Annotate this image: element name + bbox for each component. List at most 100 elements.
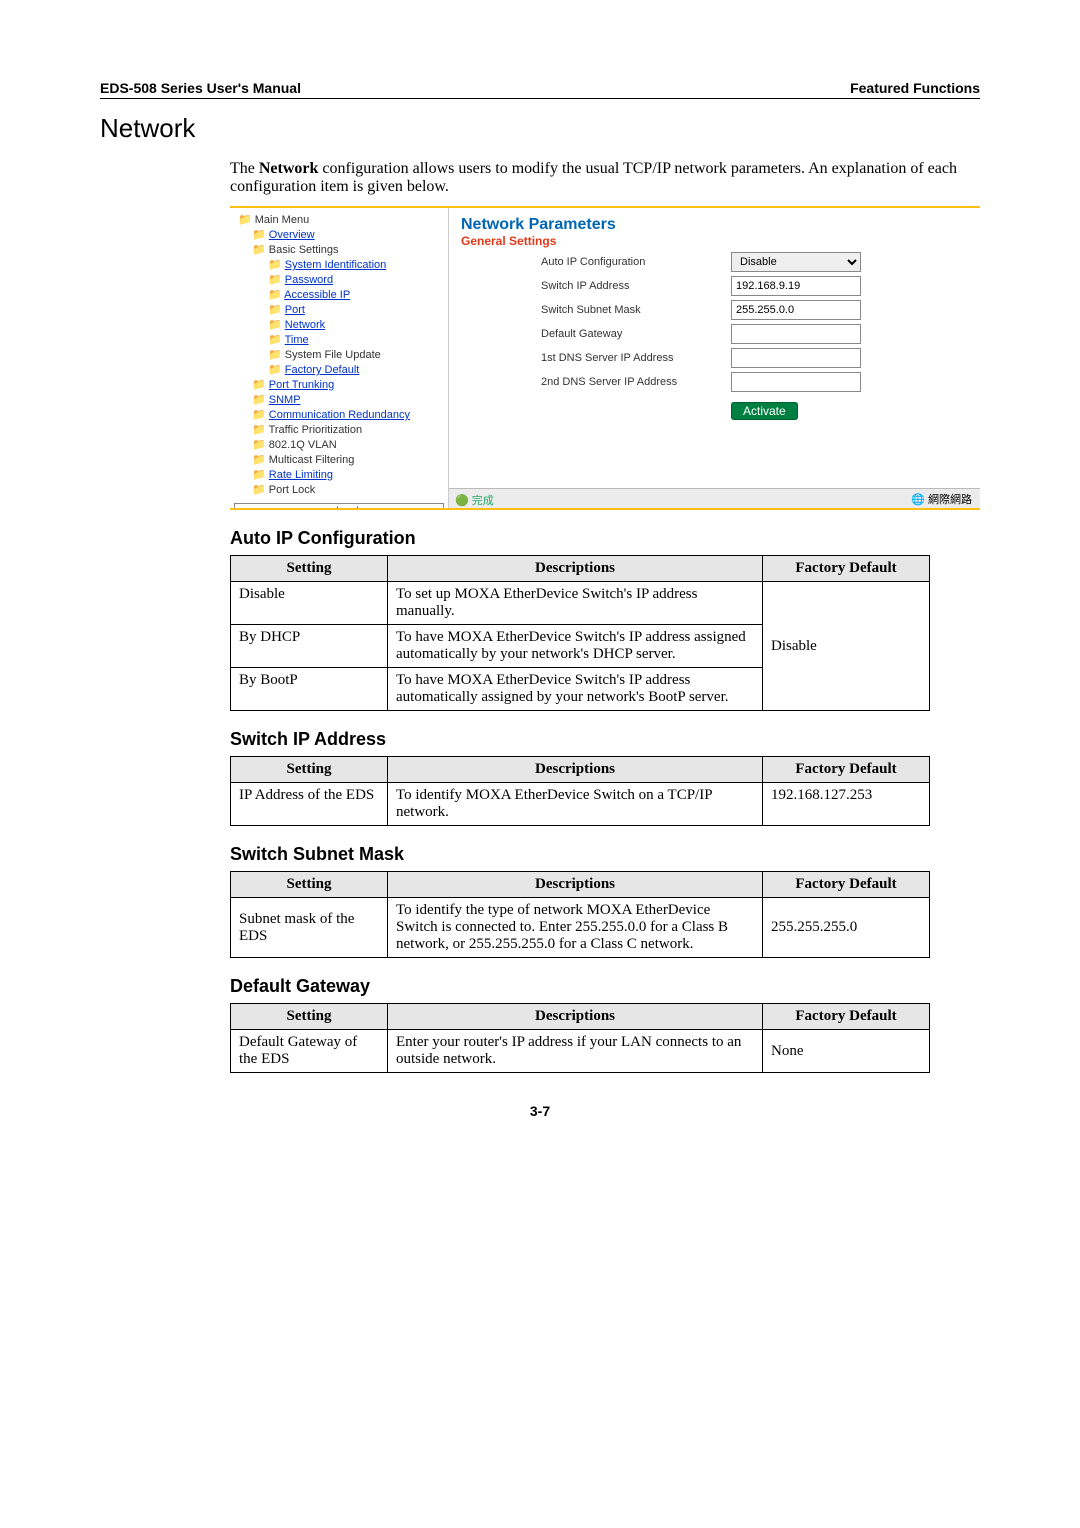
folder-icon: 📁	[268, 289, 282, 301]
tree-commred[interactable]: Communication Redundancy	[269, 409, 410, 421]
table-row: Default Gateway of the EDS Enter your ro…	[231, 1030, 930, 1073]
th-setting: Setting	[231, 556, 388, 582]
tree-ratelimit[interactable]: Rate Limiting	[269, 469, 333, 481]
label-dns2: 2nd DNS Server IP Address	[541, 376, 731, 388]
table-switchip: Setting Descriptions Factory Default IP …	[230, 756, 930, 826]
screenshot-panel: 📁 Main Menu 📁 Overview 📁 Basic Settings …	[230, 206, 980, 510]
cell-default: 192.168.127.253	[763, 783, 930, 826]
th-desc: Descriptions	[388, 1004, 763, 1030]
cell-desc: Enter your router's IP address if your L…	[388, 1030, 763, 1073]
folder-icon: 📁	[268, 319, 282, 331]
cell-setting: Default Gateway of the EDS	[231, 1030, 388, 1073]
header-right: Featured Functions	[850, 80, 980, 96]
folder-icon: 📁	[268, 349, 282, 361]
tree-portlock[interactable]: Port Lock	[269, 484, 315, 496]
folder-icon: 📁	[252, 424, 266, 436]
cell-desc: To identify MOXA EtherDevice Switch on a…	[388, 783, 763, 826]
tree-main[interactable]: Main Menu	[255, 214, 309, 226]
goahead-text: goahead	[239, 506, 439, 508]
dns2-input[interactable]	[731, 372, 861, 392]
panel-title: Network Parameters	[461, 216, 968, 234]
table-subnet: Setting Descriptions Factory Default Sub…	[230, 871, 930, 958]
intro-text: The Network configuration allows users t…	[230, 160, 980, 196]
tree-porttrunk[interactable]: Port Trunking	[269, 379, 334, 391]
cell-desc: To have MOXA EtherDevice Switch's IP add…	[388, 625, 763, 668]
webserver-badge: goahead WEBSERVER Best viewed with IE 5 …	[234, 503, 444, 508]
folder-icon: 📁	[252, 454, 266, 466]
tree-sysid[interactable]: System Identification	[285, 259, 387, 271]
folder-icon: 📁	[252, 484, 266, 496]
th-desc: Descriptions	[388, 872, 763, 898]
th-desc: Descriptions	[388, 556, 763, 582]
tree-basic[interactable]: Basic Settings	[269, 244, 339, 256]
th-default: Factory Default	[763, 872, 930, 898]
dns1-input[interactable]	[731, 348, 861, 368]
tree-overview[interactable]: Overview	[269, 229, 315, 241]
tree-password[interactable]: Password	[285, 274, 333, 286]
cell-setting: Disable	[231, 582, 388, 625]
zone-icon: 🌐	[911, 493, 925, 506]
nav-tree: 📁 Main Menu 📁 Overview 📁 Basic Settings …	[230, 208, 449, 508]
th-default: Factory Default	[763, 1004, 930, 1030]
general-settings-label: General Settings	[461, 234, 968, 248]
zone-text: 網際網路	[928, 491, 972, 507]
table-row: Disable To set up MOXA EtherDevice Switc…	[231, 582, 930, 625]
label-dns1: 1st DNS Server IP Address	[541, 352, 731, 364]
page-number: 3-7	[100, 1103, 980, 1119]
subnet-input[interactable]	[731, 300, 861, 320]
activate-button[interactable]: Activate	[731, 402, 798, 420]
folder-icon: 📁	[252, 244, 266, 256]
cell-default: Disable	[763, 582, 930, 711]
section-title: Network	[100, 113, 980, 144]
tree-factory[interactable]: Factory Default	[285, 364, 360, 376]
content-panel: Network Parameters General Settings Auto…	[449, 208, 980, 508]
folder-icon: 📁	[252, 409, 266, 421]
cell-setting: By BootP	[231, 668, 388, 711]
cell-desc: To identify the type of network MOXA Eth…	[388, 898, 763, 958]
cell-default: None	[763, 1030, 930, 1073]
th-setting: Setting	[231, 1004, 388, 1030]
folder-icon: 📁	[268, 334, 282, 346]
cell-desc: To have MOXA EtherDevice Switch's IP add…	[388, 668, 763, 711]
header-left: EDS-508 Series User's Manual	[100, 80, 301, 96]
label-subnet: Switch Subnet Mask	[541, 304, 731, 316]
folder-icon: 📁	[268, 364, 282, 376]
th-setting: Setting	[231, 872, 388, 898]
th-default: Factory Default	[763, 757, 930, 783]
th-desc: Descriptions	[388, 757, 763, 783]
folder-icon: 📁	[252, 469, 266, 481]
th-default: Factory Default	[763, 556, 930, 582]
folder-icon: 📁	[252, 379, 266, 391]
folder-icon: 📁	[252, 439, 266, 451]
cell-desc: To set up MOXA EtherDevice Switch's IP a…	[388, 582, 763, 625]
cell-default: 255.255.255.0	[763, 898, 930, 958]
switchip-input[interactable]	[731, 276, 861, 296]
heading-switchip: Switch IP Address	[230, 729, 980, 750]
th-setting: Setting	[231, 757, 388, 783]
folder-icon: 📁	[268, 274, 282, 286]
tree-vlan[interactable]: 802.1Q VLAN	[269, 439, 337, 451]
tree-snmp[interactable]: SNMP	[269, 394, 301, 406]
tree-sysfile[interactable]: System File Update	[285, 349, 381, 361]
folder-icon: 📁	[268, 259, 282, 271]
gateway-input[interactable]	[731, 324, 861, 344]
tree-time[interactable]: Time	[285, 334, 309, 346]
tree-network[interactable]: Network	[285, 319, 325, 331]
tree-accessip[interactable]: Accessible IP	[284, 289, 350, 301]
table-row: IP Address of the EDS To identify MOXA E…	[231, 783, 930, 826]
table-row: Subnet mask of the EDS To identify the t…	[231, 898, 930, 958]
folder-icon: 📁	[268, 304, 282, 316]
tree-traffic[interactable]: Traffic Prioritization	[269, 424, 363, 436]
heading-subnet: Switch Subnet Mask	[230, 844, 980, 865]
folder-icon: 📁	[252, 394, 266, 406]
autoip-select[interactable]: Disable	[731, 252, 861, 272]
tree-multicast[interactable]: Multicast Filtering	[269, 454, 355, 466]
label-switchip: Switch IP Address	[541, 280, 731, 292]
tree-port[interactable]: Port	[285, 304, 305, 316]
heading-gateway: Default Gateway	[230, 976, 980, 997]
cell-setting: By DHCP	[231, 625, 388, 668]
status-done: 🟢 完成	[455, 492, 494, 508]
folder-icon: 📁	[238, 214, 252, 226]
folder-icon: 📁	[252, 229, 266, 241]
cell-setting: Subnet mask of the EDS	[231, 898, 388, 958]
